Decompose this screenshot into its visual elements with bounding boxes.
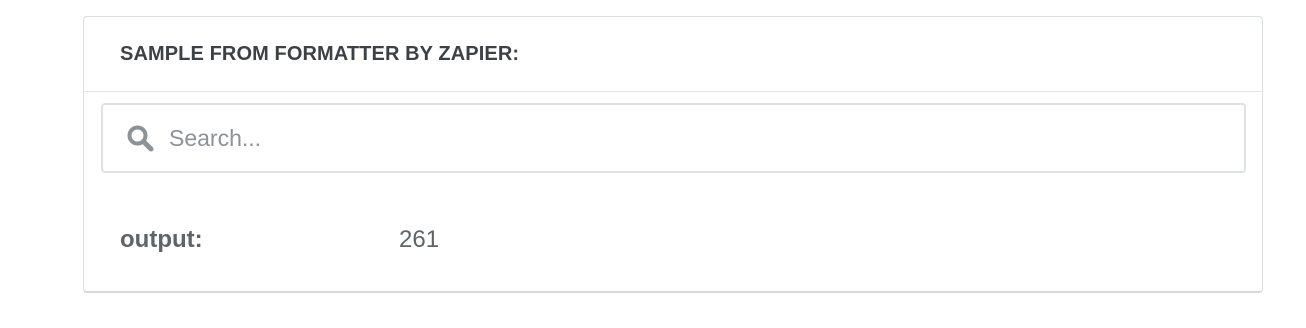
field-value: 261: [399, 226, 440, 253]
panel-header: SAMPLE FROM FORMATTER BY ZAPIER:: [84, 17, 1262, 92]
field-key: output:: [120, 226, 203, 253]
search-input[interactable]: [169, 124, 1169, 152]
search-icon: [125, 123, 155, 153]
panel-title: SAMPLE FROM FORMATTER BY ZAPIER:: [120, 42, 520, 65]
search-box[interactable]: [101, 103, 1246, 173]
field-row-output: output: 261: [120, 221, 439, 259]
sample-panel: SAMPLE FROM FORMATTER BY ZAPIER: output:…: [83, 16, 1263, 293]
